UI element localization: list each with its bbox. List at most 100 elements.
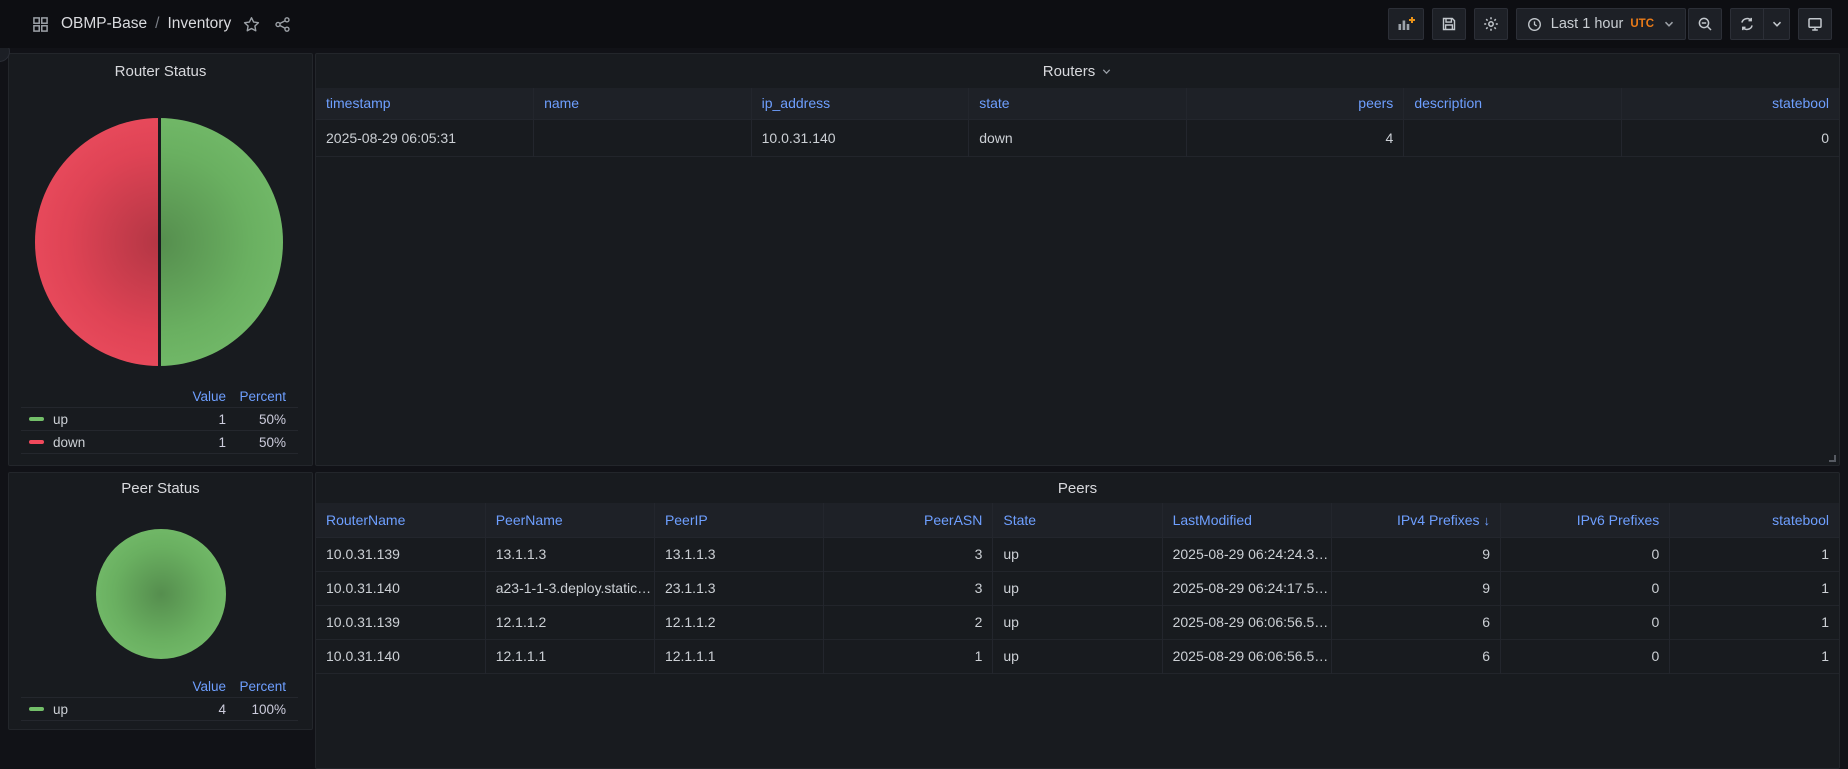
column-header-peerasn[interactable]: PeerASN <box>824 503 993 537</box>
breadcrumb-current-page: Inventory <box>167 15 231 33</box>
cell-ipv4-prefixes: 6 <box>1331 605 1500 639</box>
add-panel-button[interactable] <box>1388 8 1424 40</box>
cell-ip-address: 10.0.31.140 <box>751 119 969 156</box>
refresh-interval-dropdown[interactable] <box>1764 8 1790 40</box>
column-header-peername[interactable]: PeerName <box>485 503 654 537</box>
cell-ipv4-prefixes: 6 <box>1331 639 1500 673</box>
cell-ipv6-prefixes: 0 <box>1501 605 1670 639</box>
panel-peers: Peers RouterName PeerName PeerIP PeerASN… <box>315 472 1840 769</box>
clock-icon <box>1525 15 1544 34</box>
peers-header-row: RouterName PeerName PeerIP PeerASN State… <box>316 503 1839 537</box>
routers-table: timestamp name ip_address state peers de… <box>316 88 1839 157</box>
cell-statebool: 1 <box>1670 639 1839 673</box>
panel-router-status: Router Status Value Percent up 1 50% dow… <box>8 53 313 466</box>
favorite-star-icon[interactable] <box>241 14 262 35</box>
cell-ipv6-prefixes: 0 <box>1501 639 1670 673</box>
cell-peername: 12.1.1.1 <box>485 639 654 673</box>
cell-routername: 10.0.31.140 <box>316 639 485 673</box>
time-range-picker[interactable]: Last 1 hour UTC <box>1516 8 1686 40</box>
cell-routername: 10.0.31.139 <box>316 605 485 639</box>
cell-peerip: 23.1.1.3 <box>654 571 823 605</box>
cell-statebool: 1 <box>1670 537 1839 571</box>
router-status-legend: Value Percent up 1 50% down 1 50% <box>21 385 298 454</box>
column-header-statebool[interactable]: statebool <box>1670 503 1839 537</box>
cell-state: up <box>993 639 1162 673</box>
panel-title[interactable]: Routers <box>316 54 1839 88</box>
column-header-description[interactable]: description <box>1404 88 1622 119</box>
kiosk-mode-monitor-icon[interactable] <box>1798 8 1832 40</box>
chevron-down-icon <box>1661 16 1677 32</box>
column-header-lastmodified[interactable]: LastModified <box>1162 503 1331 537</box>
cell-peerasn: 3 <box>824 571 993 605</box>
cell-peerasn: 3 <box>824 537 993 571</box>
peers-table-row: 10.0.31.139 12.1.1.2 12.1.1.2 2 up 2025-… <box>316 605 1839 639</box>
dashboards-grid-icon[interactable] <box>30 14 51 35</box>
legend-row-up: up 4 100% <box>21 698 298 721</box>
column-header-ipv6-prefixes[interactable]: IPv6 Prefixes <box>1501 503 1670 537</box>
panel-peer-status: Peer Status Value Percent up 4 100% <box>8 472 313 730</box>
cell-ipv4-prefixes: 9 <box>1331 537 1500 571</box>
legend-swatch-green <box>29 707 44 711</box>
cell-peerip: 12.1.1.2 <box>654 605 823 639</box>
cell-peerasn: 1 <box>824 639 993 673</box>
panel-title-text: Peers <box>1058 480 1097 497</box>
column-header-timestamp[interactable]: timestamp <box>316 88 534 119</box>
legend-percent: 100% <box>226 702 298 717</box>
column-header-state[interactable]: State <box>993 503 1162 537</box>
cell-state: up <box>993 571 1162 605</box>
legend-label: down <box>53 435 85 450</box>
cell-statebool: 0 <box>1621 119 1839 156</box>
peers-table-row: 10.0.31.140 a23-1-1-3.deploy.static… 23.… <box>316 571 1839 605</box>
zoom-out-time-button[interactable] <box>1688 8 1722 40</box>
legend-header-value: Value <box>168 389 226 404</box>
breadcrumb: OBMP-Base / Inventory <box>30 14 293 35</box>
cell-state: up <box>993 537 1162 571</box>
column-header-name[interactable]: name <box>534 88 752 119</box>
peer-status-pie-chart <box>96 529 226 659</box>
cell-statebool: 1 <box>1670 605 1839 639</box>
cell-lastmodified: 2025-08-29 06:24:24.3… <box>1162 537 1331 571</box>
legend-percent: 50% <box>226 435 298 450</box>
legend-header-row: Value Percent <box>21 675 298 698</box>
panel-resize-handle[interactable] <box>1829 455 1836 462</box>
legend-value: 4 <box>168 702 226 717</box>
legend-header-row: Value Percent <box>21 385 298 408</box>
sort-descending-icon: ↓ <box>1484 513 1491 528</box>
column-header-ip-address[interactable]: ip_address <box>751 88 969 119</box>
cell-state: down <box>969 119 1187 156</box>
cell-ipv4-prefixes: 9 <box>1331 571 1500 605</box>
share-icon[interactable] <box>272 14 293 35</box>
column-header-state[interactable]: state <box>969 88 1187 119</box>
top-navbar: OBMP-Base / Inventory Last 1 hour <box>0 0 1848 48</box>
panel-title[interactable]: Peers <box>316 473 1839 503</box>
breadcrumb-dashboard-title[interactable]: OBMP-Base <box>61 15 147 33</box>
legend-row-down: down 1 50% <box>21 431 298 454</box>
timezone-label: UTC <box>1630 18 1654 30</box>
peers-table-row: 10.0.31.139 13.1.1.3 13.1.1.3 3 up 2025-… <box>316 537 1839 571</box>
cell-statebool: 1 <box>1670 571 1839 605</box>
panel-title[interactable]: Peer Status <box>9 473 312 504</box>
dashboard-toolbar: Last 1 hour UTC <box>1388 8 1832 40</box>
column-header-peerip[interactable]: PeerIP <box>654 503 823 537</box>
panel-title-text: Routers <box>1043 63 1096 80</box>
panel-title[interactable]: Router Status <box>9 54 312 88</box>
cell-description <box>1404 119 1622 156</box>
panel-routers: Routers timestamp name ip_address state … <box>315 53 1840 466</box>
time-range-label: Last 1 hour <box>1551 16 1624 32</box>
cell-peerasn: 2 <box>824 605 993 639</box>
legend-header-value: Value <box>168 679 226 694</box>
refresh-button[interactable] <box>1730 8 1764 40</box>
column-header-peers[interactable]: peers <box>1186 88 1404 119</box>
column-header-ipv4-prefixes[interactable]: IPv4 Prefixes↓ <box>1331 503 1500 537</box>
save-dashboard-button[interactable] <box>1432 8 1466 40</box>
cell-ipv6-prefixes: 0 <box>1501 537 1670 571</box>
cell-lastmodified: 2025-08-29 06:24:17.5… <box>1162 571 1331 605</box>
peers-table: RouterName PeerName PeerIP PeerASN State… <box>316 503 1839 674</box>
legend-swatch-green <box>29 417 44 421</box>
panel-title-text: Peer Status <box>121 480 199 497</box>
column-header-routername[interactable]: RouterName <box>316 503 485 537</box>
cell-routername: 10.0.31.140 <box>316 571 485 605</box>
legend-header-percent: Percent <box>226 389 298 404</box>
dashboard-settings-gear-icon[interactable] <box>1474 8 1508 40</box>
column-header-statebool[interactable]: statebool <box>1621 88 1839 119</box>
